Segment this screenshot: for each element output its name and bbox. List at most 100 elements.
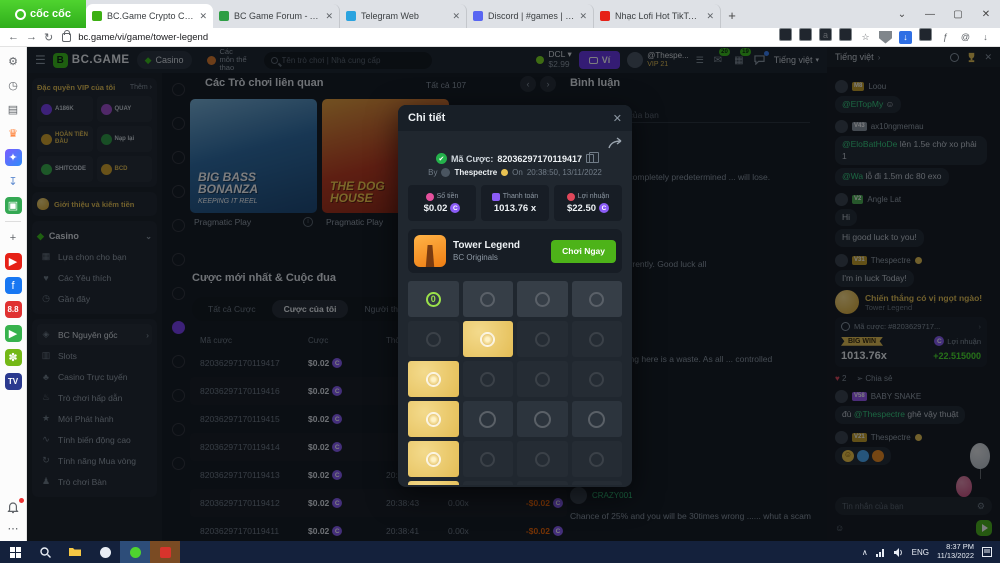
star-icon[interactable]: ☆	[859, 31, 872, 44]
app-red-icon[interactable]: 8.8	[5, 301, 22, 318]
close-button[interactable]: ✕	[972, 0, 1000, 28]
messenger-icon[interactable]: ✦	[5, 149, 22, 166]
add-icon[interactable]: +	[5, 229, 22, 246]
translate-icon[interactable]: a	[819, 28, 832, 41]
tower-coin-icon: 0	[426, 292, 441, 307]
tower-coin-icon	[589, 372, 604, 387]
stat-value: 1013.76 x	[494, 203, 536, 214]
games-icon[interactable]: ▣	[5, 197, 22, 214]
taskbar-clock[interactable]: 8:37 PM 11/13/2022	[937, 543, 974, 560]
browser-tab[interactable]: BC.Game Crypto Casino Ga ✕	[86, 4, 213, 28]
tower-coin-icon	[480, 332, 495, 347]
tower-cell-light	[517, 281, 568, 317]
browser-tab[interactable]: Nhạc Lofi Hot TikTok 2022 -✕	[594, 4, 721, 28]
paw-icon[interactable]	[919, 28, 932, 41]
verified-check-icon: ✔	[436, 153, 447, 164]
tower-coin-icon	[426, 332, 441, 347]
tower-coin-icon	[480, 292, 495, 307]
tower-coin-icon	[589, 332, 604, 347]
tower-cell-gold	[408, 361, 459, 397]
download-plus-icon[interactable]	[799, 28, 812, 41]
address-bar[interactable]: bc.game/vi/game/tower-legend	[78, 32, 772, 43]
tab-title: BC.Game Crypto Casino Ga	[107, 11, 194, 21]
tab-close-icon[interactable]: ✕	[452, 11, 460, 22]
new-tab-button[interactable]: +	[721, 4, 743, 26]
link-icon[interactable]	[779, 28, 792, 41]
copy-icon[interactable]	[586, 154, 594, 163]
bettor-name[interactable]: Thespectre	[454, 168, 497, 177]
taskbar-app-chrome[interactable]	[90, 541, 120, 563]
stat-value-row: $22.50C	[567, 203, 609, 214]
tower-cell-dark	[572, 441, 623, 477]
browser-tab[interactable]: BC Game Forum - A Crypto✕	[213, 4, 340, 28]
at-icon[interactable]: @	[959, 31, 972, 44]
tower-coin-icon	[535, 332, 550, 347]
tray-expand-icon[interactable]: ∧	[862, 548, 868, 557]
taskbar-app-start[interactable]	[0, 541, 30, 563]
bet-details-modal: Chi tiết ✕ ✔ Mã Cược: 82036297170119417 …	[398, 105, 632, 487]
taskbar-app-coccoc[interactable]	[120, 541, 150, 563]
coccoc-brand-button[interactable]: cốc cốc	[0, 0, 86, 28]
down-arrow-icon[interactable]: ↓	[979, 31, 992, 44]
back-button[interactable]: ←	[8, 31, 19, 43]
hot-icon[interactable]: ♛	[5, 125, 22, 142]
reload-button[interactable]: ↻	[44, 31, 53, 44]
bet-stats: Số tiền$0.02CThanh toán1013.76 xLợi nhuậ…	[408, 185, 622, 221]
tower-coin-icon	[535, 292, 550, 307]
tower-coin-icon	[588, 411, 605, 428]
leaf-icon[interactable]: ✽	[5, 349, 22, 366]
more-icon[interactable]: ⋯	[5, 520, 22, 537]
keyboard-language[interactable]: ENG	[912, 548, 929, 557]
modal-title: Chi tiết	[408, 112, 445, 124]
idm-download-icon[interactable]: ↓	[899, 31, 912, 44]
on-label: On	[512, 168, 523, 177]
forward-button[interactable]: →	[26, 31, 37, 43]
tab-close-icon[interactable]: ✕	[706, 11, 714, 22]
stat-label-row: Số tiền	[426, 193, 459, 201]
tab-close-icon[interactable]: ✕	[199, 11, 207, 22]
by-label: By	[428, 168, 437, 177]
tab-close-icon[interactable]: ✕	[325, 11, 333, 22]
settings-icon[interactable]: ⚙	[5, 53, 22, 70]
stat-box: Số tiền$0.02C	[408, 185, 476, 221]
taskbar-app-search[interactable]	[30, 541, 60, 563]
minimize-button[interactable]: —	[916, 0, 944, 28]
tower-cell-dark	[517, 481, 568, 485]
bcgame-page: ☰ B BC.GAME ◆ Casino Các môn thể thao DC…	[27, 47, 1000, 541]
tab-title: Discord | #games | BC G	[488, 11, 574, 21]
speaker-icon[interactable]	[894, 548, 904, 557]
share-icon[interactable]	[839, 28, 852, 41]
play-now-button[interactable]: Chơi Ngay	[551, 240, 616, 263]
reading-list-icon[interactable]: ▤	[5, 101, 22, 118]
share-icon[interactable]	[608, 137, 622, 149]
modal-close-icon[interactable]: ✕	[613, 112, 622, 125]
tower-cell-gold	[408, 481, 459, 485]
restore-button[interactable]: ▢	[944, 0, 972, 28]
facebook-icon[interactable]: f	[5, 277, 22, 294]
coin-icon: C	[599, 203, 609, 213]
panel-toggle-icon[interactable]: ⌄	[888, 0, 916, 28]
shield-icon[interactable]	[879, 31, 892, 44]
tower-legend-icon	[414, 235, 446, 267]
download-tray-icon[interactable]: ↧	[5, 173, 22, 190]
tower-coin-icon	[535, 452, 550, 467]
network-icon[interactable]	[876, 548, 886, 557]
coccoc-brand-label: cốc cốc	[30, 8, 71, 20]
action-center-icon[interactable]	[982, 547, 992, 557]
fx-icon[interactable]: ƒ	[939, 31, 952, 44]
app-green-icon[interactable]: ▶	[5, 325, 22, 342]
app-navy-icon[interactable]: TV	[5, 373, 22, 390]
youtube-icon[interactable]: ▶	[5, 253, 22, 270]
taskbar-app-game[interactable]	[150, 541, 180, 563]
browser-tab[interactable]: Discord | #games | BC G ✕	[467, 4, 594, 28]
stat-label: Thanh toán	[503, 193, 538, 200]
tab-close-icon[interactable]: ✕	[579, 11, 587, 22]
coccoc-logo-icon	[15, 9, 26, 20]
coin-icon: C	[450, 203, 460, 213]
pink-stat-icon	[426, 193, 434, 201]
browser-tab[interactable]: Telegram Web✕	[340, 4, 467, 28]
notification-bell-icon[interactable]	[5, 499, 22, 516]
taskbar-app-explorer[interactable]	[60, 541, 90, 563]
history-icon[interactable]: ◷	[5, 77, 22, 94]
tower-grid: 0	[408, 281, 622, 485]
